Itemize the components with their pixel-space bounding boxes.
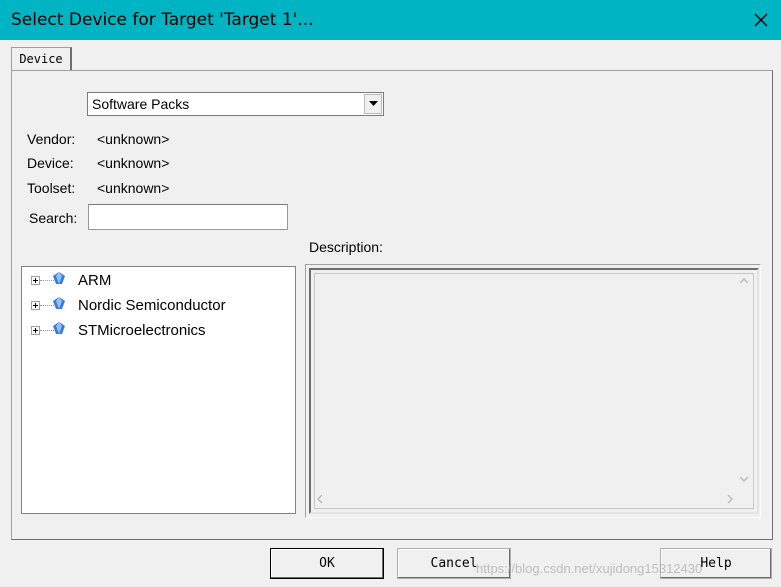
vendor-label: Vendor:	[27, 131, 76, 147]
expand-icon[interactable]	[31, 276, 40, 285]
tree-connector	[40, 330, 54, 331]
chevron-down-icon	[368, 101, 378, 106]
ok-button[interactable]: OK	[270, 548, 384, 579]
tree-connector	[40, 305, 54, 306]
search-label: Search:	[29, 210, 78, 226]
title-bar: Select Device for Target 'Target 1'...	[0, 0, 781, 40]
scroll-up-icon[interactable]	[739, 278, 749, 284]
description-label: Description:	[309, 239, 383, 255]
description-content	[314, 273, 754, 509]
close-icon	[754, 13, 767, 27]
tree-item-label: STMicroelectronics	[78, 322, 206, 339]
expand-icon[interactable]	[31, 301, 40, 310]
toolset-label: Toolset:	[27, 180, 76, 196]
tree-item-label: Nordic Semiconductor	[78, 297, 226, 314]
description-box	[309, 268, 759, 514]
scroll-down-icon[interactable]	[739, 476, 749, 482]
device-value: <unknown>	[97, 155, 170, 171]
close-button[interactable]	[740, 0, 781, 40]
chip-icon	[53, 322, 65, 334]
dropdown-arrow-button[interactable]	[364, 94, 382, 114]
search-input[interactable]	[88, 204, 288, 230]
vendor-value: <unknown>	[97, 131, 170, 147]
pack-selector-dropdown[interactable]: Software Packs	[87, 92, 384, 116]
scroll-right-icon[interactable]	[727, 494, 733, 504]
window-title: Select Device for Target 'Target 1'...	[11, 10, 314, 30]
tree-item-label: ARM	[78, 272, 112, 289]
pack-selector-value: Software Packs	[92, 96, 190, 112]
chip-icon	[53, 272, 65, 284]
tree-item-stmicroelectronics[interactable]: STMicroelectronics	[22, 320, 292, 342]
tree-item-nordic-semiconductor[interactable]: Nordic Semiconductor	[22, 295, 292, 317]
tree-connector	[40, 280, 54, 281]
scroll-left-icon[interactable]	[317, 494, 323, 504]
watermark: https://blog.csdn.net/xujidong15312430	[476, 561, 703, 576]
device-tree[interactable]: ARM Nordic Semiconductor STMicroelectron…	[21, 266, 296, 514]
expand-icon[interactable]	[31, 326, 40, 335]
tree-item-arm[interactable]: ARM	[22, 270, 292, 292]
device-label: Device:	[27, 155, 74, 171]
tab-device[interactable]: Device	[11, 47, 72, 71]
toolset-value: <unknown>	[97, 180, 170, 196]
chip-icon	[53, 297, 65, 309]
